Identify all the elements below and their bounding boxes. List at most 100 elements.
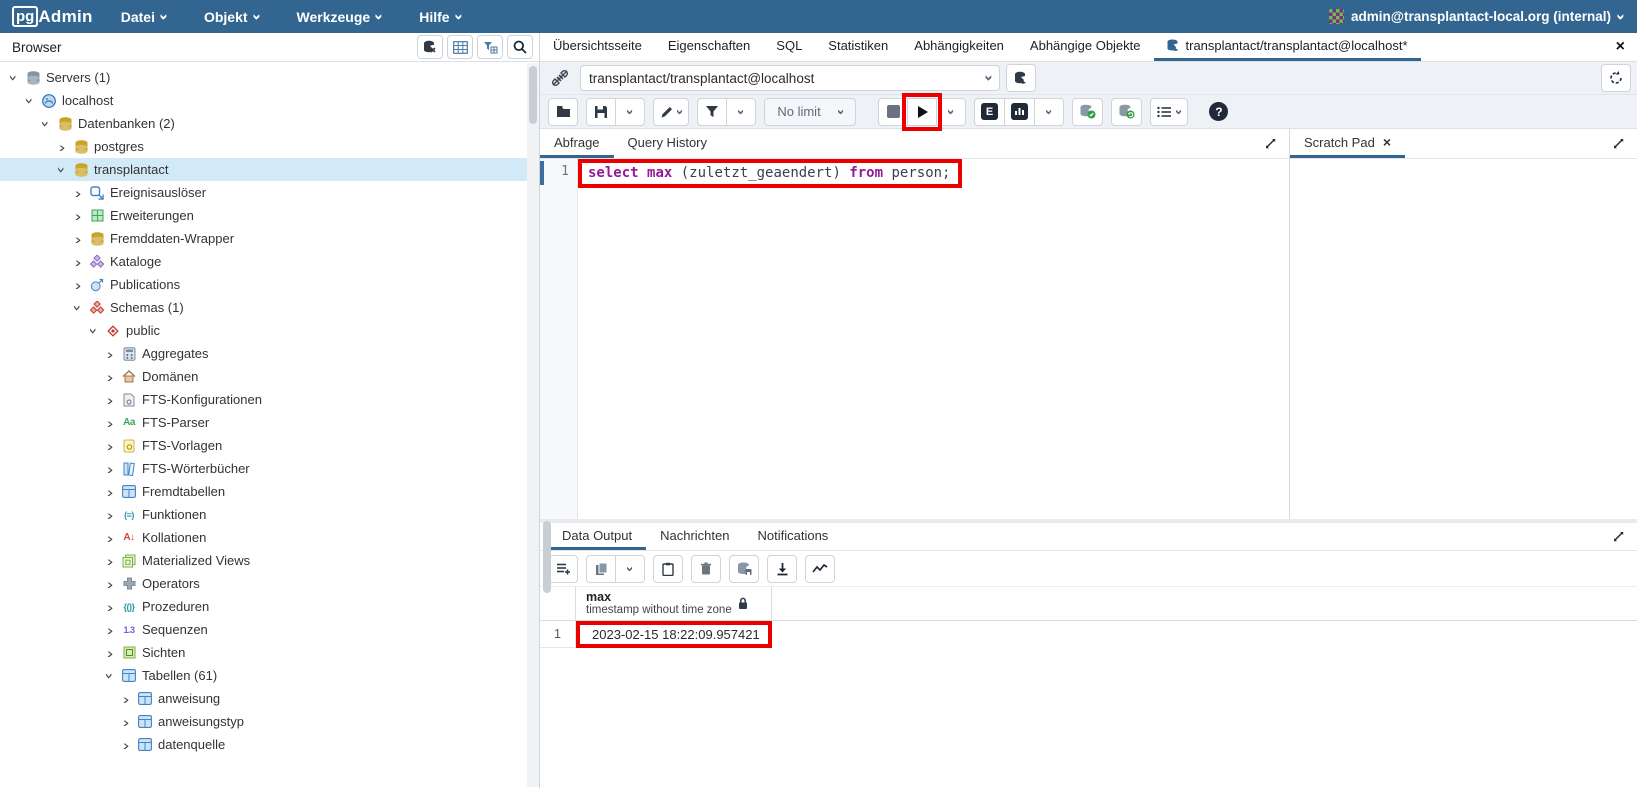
tree-item-kollationen[interactable]: ›A↓Kollationen <box>0 526 539 549</box>
chevron-right-icon[interactable]: › <box>70 257 87 267</box>
save-button[interactable] <box>586 98 616 126</box>
tree-item-fts-w-rterb-cher[interactable]: ›FTS-Wörterbücher <box>0 457 539 480</box>
tree-item-ereignisausl-ser[interactable]: ›Ereignisauslöser <box>0 181 539 204</box>
tree-item-fremddaten-wrapper[interactable]: ›Fremddaten-Wrapper <box>0 227 539 250</box>
chevron-right-icon[interactable]: › <box>118 740 135 750</box>
chevron-right-icon[interactable]: › <box>118 717 135 727</box>
tree-item-transplantact[interactable]: ›transplantact <box>0 158 539 181</box>
tree-item-funktionen[interactable]: ›(≡)Funktionen <box>0 503 539 526</box>
menu-werkzeuge[interactable]: Werkzeuge› <box>297 9 382 25</box>
chevron-right-icon[interactable]: › <box>70 188 87 198</box>
edit-button[interactable]: › <box>653 98 689 126</box>
chevron-right-icon[interactable]: › <box>102 372 119 382</box>
tree-item-fremdtabellen[interactable]: ›Fremdtabellen <box>0 480 539 503</box>
chevron-right-icon[interactable]: › <box>102 349 119 359</box>
column-header-max[interactable]: max timestamp without time zone <box>576 587 772 620</box>
tab-query-history[interactable]: Query History <box>614 129 721 158</box>
tab-eigenschaften[interactable]: Eigenschaften <box>655 33 763 61</box>
chevron-right-icon[interactable]: › <box>102 487 119 497</box>
paste-button[interactable] <box>653 555 683 583</box>
tree-item-kataloge[interactable]: ›Kataloge <box>0 250 539 273</box>
execute-dropdown[interactable]: › <box>936 98 966 126</box>
tree-item-datenbanken-2[interactable]: ›Datenbanken (2) <box>0 112 539 135</box>
stop-button[interactable] <box>878 98 908 126</box>
tab-messages[interactable]: Nachrichten <box>646 523 743 550</box>
filter-dropdown[interactable]: › <box>726 98 756 126</box>
chevron-right-icon[interactable]: › <box>70 211 87 221</box>
menu-hilfe[interactable]: Hilfe› <box>419 9 460 25</box>
save-dropdown[interactable]: › <box>615 98 645 126</box>
tree-item-datenquelle[interactable]: ›datenquelle <box>0 733 539 756</box>
filter-button[interactable] <box>697 98 727 126</box>
explain-dropdown[interactable]: › <box>1034 98 1064 126</box>
scratch-pad-textarea[interactable] <box>1290 159 1637 519</box>
save-data-button[interactable] <box>729 555 759 583</box>
chevron-right-icon[interactable]: › <box>102 533 119 543</box>
tab-scratch-pad[interactable]: Scratch Pad × <box>1290 129 1405 158</box>
tree-item-postgres[interactable]: ›postgres <box>0 135 539 158</box>
tree-item-operators[interactable]: ›Operators <box>0 572 539 595</box>
chevron-right-icon[interactable]: › <box>102 579 119 589</box>
new-connection-button[interactable] <box>1006 64 1036 92</box>
copy-button[interactable] <box>586 555 616 583</box>
tree-item-public[interactable]: ›public <box>0 319 539 342</box>
tab-bersichtsseite[interactable]: Übersichtsseite <box>540 33 655 61</box>
tab-query[interactable]: Abfrage <box>540 129 614 158</box>
commit-button[interactable] <box>1072 98 1103 126</box>
row-number[interactable]: 1 <box>540 621 576 648</box>
tab-abh-ngige-objekte[interactable]: Abhängige Objekte <box>1017 33 1154 61</box>
open-file-button[interactable] <box>548 98 578 126</box>
tab-statistiken[interactable]: Statistiken <box>815 33 901 61</box>
close-icon[interactable]: × <box>1604 33 1637 61</box>
chevron-right-icon[interactable]: › <box>70 234 87 244</box>
tree-item-sichten[interactable]: ›Sichten <box>0 641 539 664</box>
tree-item-servers-1[interactable]: ›Servers (1) <box>0 66 539 89</box>
chevron-right-icon[interactable]: › <box>102 441 119 451</box>
result-cell-highlighted[interactable]: 2023-02-15 18:22:09.957421 <box>576 621 772 648</box>
filter-grid-button[interactable] <box>477 35 503 59</box>
chevron-right-icon[interactable]: › <box>102 510 119 520</box>
menu-objekt[interactable]: Objekt› <box>204 9 259 25</box>
search-icon[interactable] <box>507 35 533 59</box>
panel-scrollbar-thumb[interactable] <box>543 521 551 593</box>
user-menu[interactable]: admin@transplantact-local.org (internal)… <box>1329 9 1623 24</box>
chevron-down-icon[interactable]: › <box>25 92 35 109</box>
tree-item-publications[interactable]: ›Publications <box>0 273 539 296</box>
tree-item-anweisung[interactable]: ›anweisung <box>0 687 539 710</box>
chevron-right-icon[interactable]: › <box>118 694 135 704</box>
chevron-right-icon[interactable]: › <box>54 142 71 152</box>
explain-analyze-button[interactable] <box>1004 98 1035 126</box>
chevron-right-icon[interactable]: › <box>102 648 119 658</box>
chevron-down-icon[interactable]: › <box>105 667 115 684</box>
connection-select[interactable]: transplantact/transplantact@localhost › <box>580 65 1000 91</box>
chevron-right-icon[interactable]: › <box>70 280 87 290</box>
macros-button[interactable]: › <box>1150 98 1188 126</box>
tab-transplantact-transplantact-localhost[interactable]: transplantact/transplantact@localhost* <box>1154 33 1421 61</box>
chevron-right-icon[interactable]: › <box>102 395 119 405</box>
tree-item-prozeduren[interactable]: ›{()}Prozeduren <box>0 595 539 618</box>
execute-button[interactable] <box>907 98 937 126</box>
sql-query-highlighted[interactable]: select max (zuletzt_geaendert) from pers… <box>578 159 962 188</box>
add-row-button[interactable] <box>548 555 578 583</box>
history-refresh-button[interactable] <box>1601 64 1631 92</box>
explain-button[interactable]: E <box>974 98 1005 126</box>
tab-notifications[interactable]: Notifications <box>743 523 842 550</box>
expand-icon[interactable] <box>1600 523 1637 550</box>
tree-item-anweisungstyp[interactable]: ›anweisungstyp <box>0 710 539 733</box>
tab-abh-ngigkeiten[interactable]: Abhängigkeiten <box>901 33 1017 61</box>
help-button[interactable]: ? <box>1202 98 1235 126</box>
tree-item-aggregates[interactable]: ›Aggregates <box>0 342 539 365</box>
limit-select[interactable]: No limit› <box>764 98 856 126</box>
tree-item-fts-konfigurationen[interactable]: ›FTS-Konfigurationen <box>0 388 539 411</box>
download-csv-button[interactable] <box>767 555 797 583</box>
quick-search-db-button[interactable] <box>417 35 443 59</box>
tree-item-schemas-1[interactable]: ›Schemas (1) <box>0 296 539 319</box>
tree-item-fts-vorlagen[interactable]: ›FTS-Vorlagen <box>0 434 539 457</box>
chevron-right-icon[interactable]: › <box>102 464 119 474</box>
chevron-down-icon[interactable]: › <box>89 322 99 339</box>
expand-icon[interactable] <box>1600 129 1637 158</box>
tree-item-fts-parser[interactable]: ›AaFTS-Parser <box>0 411 539 434</box>
chevron-right-icon[interactable]: › <box>102 418 119 428</box>
tree-item-materialized-views[interactable]: ›Materialized Views <box>0 549 539 572</box>
tree-item-sequenzen[interactable]: ›1.3Sequenzen <box>0 618 539 641</box>
